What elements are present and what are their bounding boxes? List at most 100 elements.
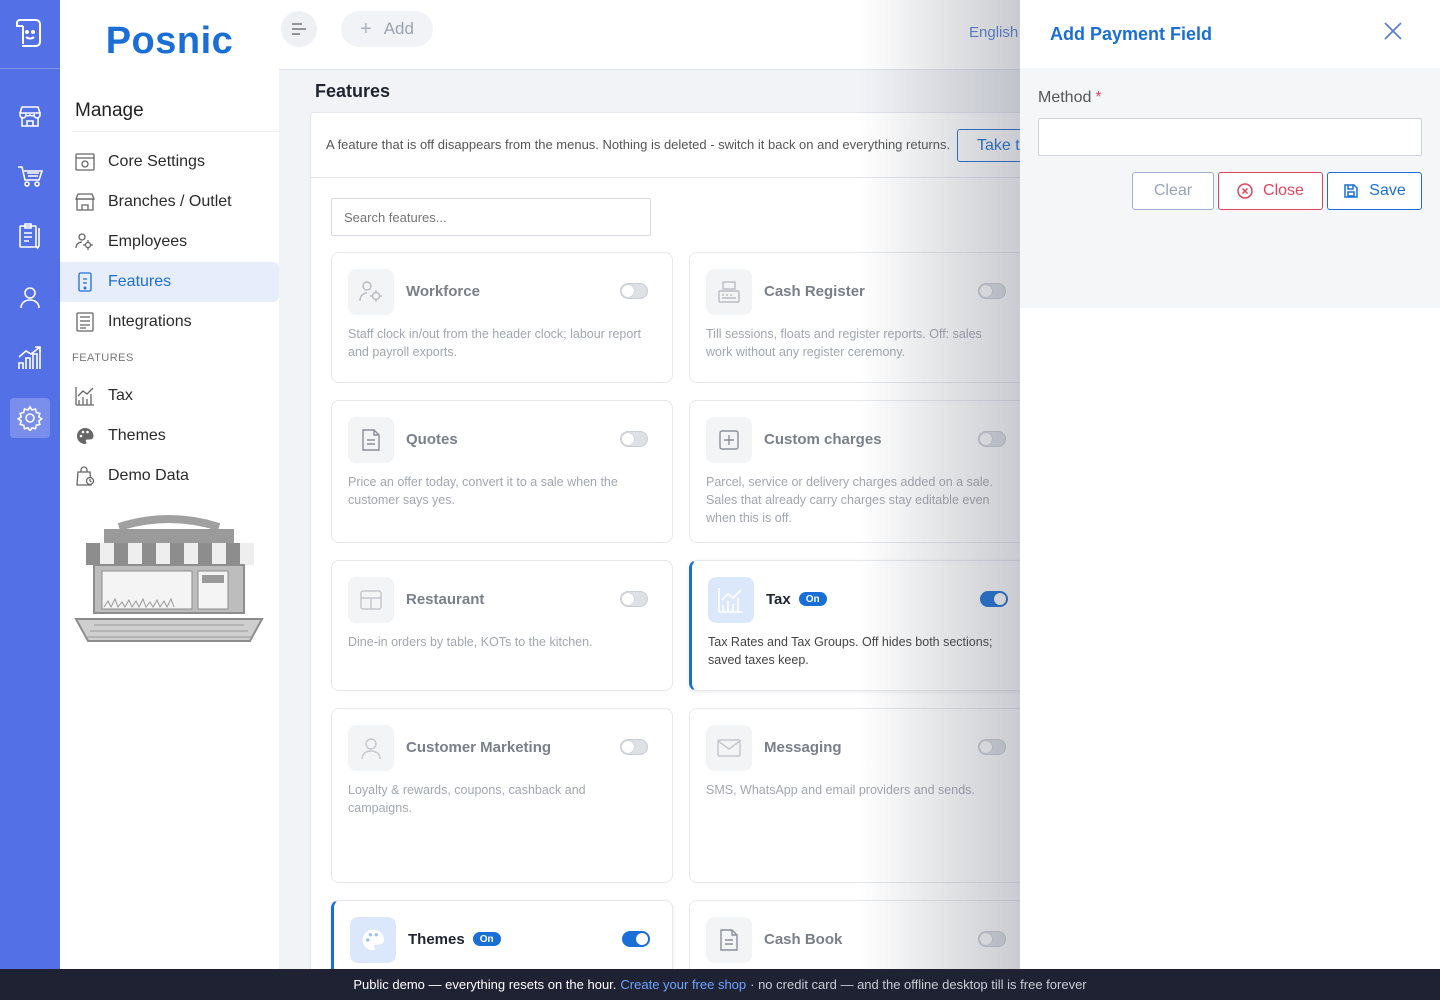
feature-toggle[interactable] <box>978 739 1006 755</box>
toggle-knob <box>622 285 634 297</box>
feature-name: Customer Marketing <box>406 739 552 756</box>
settings-gear-icon[interactable] <box>10 398 50 438</box>
reports-chart-icon[interactable] <box>10 338 50 378</box>
feature-card-customer-marketing: Customer Marketing Loyalty & rewards, co… <box>331 708 673 883</box>
toggle-knob <box>980 433 992 445</box>
close-label: Close <box>1263 182 1304 199</box>
method-field[interactable] <box>1038 118 1422 156</box>
feature-name: Messaging <box>764 739 842 756</box>
footer-text-secondary: · no credit card — and the offline deskt… <box>750 977 1087 992</box>
features-banner: A feature that is off disappears from th… <box>311 113 1057 178</box>
clipboard-icon[interactable] <box>10 216 50 256</box>
palette-icon <box>350 917 396 963</box>
page-title: Features <box>315 81 391 101</box>
feature-name: Themes On <box>408 931 501 948</box>
feature-toggle[interactable] <box>978 283 1006 299</box>
feature-description: Till sessions, floats and register repor… <box>706 327 982 359</box>
create-shop-link[interactable]: Create your free shop <box>620 977 746 992</box>
add-label: Add <box>383 19 414 38</box>
cart-icon[interactable] <box>10 156 50 196</box>
store-icon[interactable] <box>10 96 50 136</box>
toggle-knob <box>980 933 992 945</box>
top-bar: + Add English <box>279 0 1020 70</box>
palette-icon <box>75 426 95 446</box>
status-badge: On <box>798 592 827 606</box>
feature-name: Tax On <box>766 591 827 608</box>
sidebar-item-label: Demo Data <box>108 467 189 484</box>
sidebar-item-features[interactable]: Features <box>60 262 279 302</box>
add-button[interactable]: + Add <box>341 11 433 47</box>
drawer-header: Add Payment Field <box>1020 0 1440 68</box>
users-gear-icon <box>75 232 95 252</box>
search-features-input[interactable] <box>331 198 651 236</box>
icon-rail <box>0 0 60 969</box>
close-button[interactable]: Close <box>1218 172 1323 210</box>
sidebar-item-employees[interactable]: Employees <box>60 222 279 262</box>
sidebar-item-label: Integrations <box>108 313 192 330</box>
feature-name: Cash Register <box>764 283 865 300</box>
settings-panel-icon <box>75 152 95 172</box>
feature-card-custom-charges: Custom charges Parcel, service or delive… <box>689 400 1031 543</box>
save-disk-icon <box>1343 183 1359 199</box>
sidebar-item-label: Themes <box>108 427 166 444</box>
feature-description: Parcel, service or delivery charges adde… <box>706 475 993 525</box>
close-circle-icon <box>1237 183 1253 199</box>
feature-toggle[interactable] <box>978 431 1006 447</box>
clear-label: Clear <box>1153 182 1193 199</box>
feature-description: Staff clock in/out from the header clock… <box>348 327 641 359</box>
sidebar-item-branches[interactable]: Branches / Outlet <box>60 182 279 222</box>
sidebar-item-label: Features <box>108 273 172 290</box>
sidebar-item-core-settings[interactable]: Core Settings <box>60 142 279 182</box>
feature-name: Custom charges <box>764 431 882 448</box>
sidebar-item-themes[interactable]: Themes <box>60 416 279 456</box>
feature-toggle[interactable] <box>620 283 648 299</box>
feature-name: Restaurant <box>406 591 485 608</box>
document-icon <box>348 417 394 463</box>
toggle-knob <box>622 433 634 445</box>
feature-name: Cash Book <box>764 931 843 948</box>
save-button[interactable]: Save <box>1327 172 1422 210</box>
settings-sidebar: Posnic Manage Core Settings Branches / O… <box>60 0 279 969</box>
add-payment-field-drawer: Add Payment Field Method * Clear Close Sa… <box>1020 0 1440 969</box>
language-selector[interactable]: English <box>969 24 1018 41</box>
feature-card-themes: Themes On <box>331 900 673 969</box>
toggle-knob <box>622 741 634 753</box>
feature-toggle[interactable] <box>622 931 650 947</box>
user-icon[interactable] <box>10 277 50 317</box>
feature-description: Price an offer today, convert it to a sa… <box>348 475 618 507</box>
feature-description: Loyalty & rewards, coupons, cashback and… <box>348 783 586 815</box>
plus-icon: + <box>360 17 372 40</box>
document-icon <box>706 917 752 963</box>
rail-divider <box>0 68 60 69</box>
sidebar-item-integrations[interactable]: Integrations <box>60 302 279 342</box>
feature-toggle[interactable] <box>620 739 648 755</box>
feature-description: SMS, WhatsApp and email providers and se… <box>706 783 975 797</box>
toggle-knob <box>980 741 992 753</box>
drawer-title: Add Payment Field <box>1050 24 1213 44</box>
method-label-text: Method <box>1038 89 1092 106</box>
feature-toggle[interactable] <box>620 431 648 447</box>
feature-card-quotes: Quotes Price an offer today, convert it … <box>331 400 673 543</box>
toggle-knob <box>622 593 634 605</box>
brand-logo[interactable]: Posnic <box>60 0 279 82</box>
menu-toggle-button[interactable] <box>281 11 317 47</box>
feature-toggle[interactable] <box>980 591 1008 607</box>
required-mark: * <box>1095 89 1102 106</box>
app-logo-icon[interactable] <box>10 12 50 52</box>
feature-toggle[interactable] <box>620 591 648 607</box>
plus-square-icon <box>706 417 752 463</box>
toggle-knob <box>980 285 992 297</box>
method-label: Method * <box>1038 89 1102 107</box>
sidebar-divider <box>72 131 279 132</box>
feature-card-cash-book: Cash Book <box>689 900 1031 969</box>
sidebar-item-demo-data[interactable]: Demo Data <box>60 456 279 496</box>
clear-button[interactable]: Clear <box>1132 172 1214 210</box>
close-icon[interactable] <box>1382 20 1404 42</box>
user-icon <box>348 725 394 771</box>
manage-heading: Manage <box>75 100 144 121</box>
feature-toggle[interactable] <box>978 931 1006 947</box>
cash-register-icon <box>706 269 752 315</box>
bag-icon <box>75 466 95 486</box>
chart-icon <box>75 386 95 406</box>
sidebar-item-tax[interactable]: Tax <box>60 376 279 416</box>
